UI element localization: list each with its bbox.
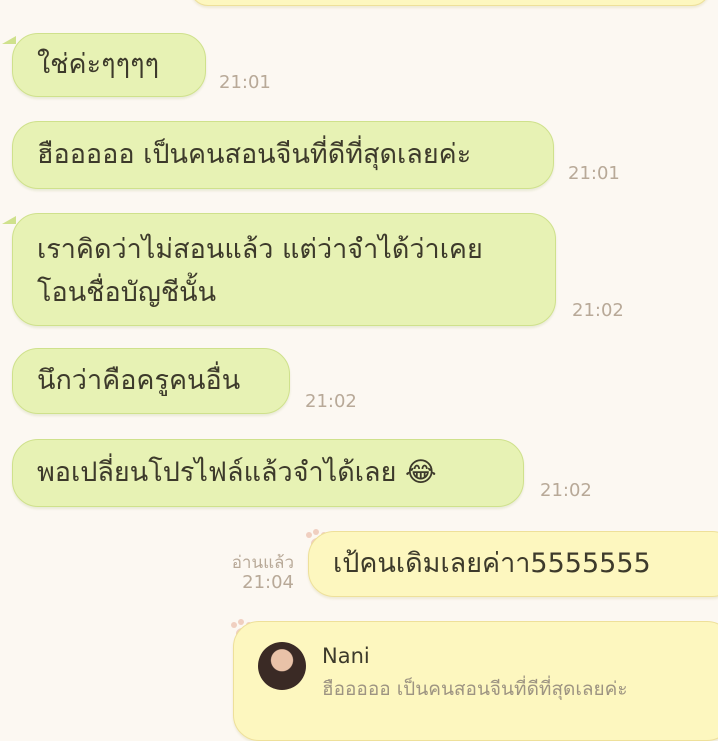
reply-sender-name: Nani xyxy=(322,644,370,668)
message-text: ฮือออออ เป็นคนสอนจีนที่ดีที่สุดเลยค่ะ xyxy=(37,139,472,170)
message-time: 21:02 xyxy=(572,300,624,321)
message-text-line: โอนชื่อบัญชีนั้น xyxy=(37,277,217,308)
message-bubble[interactable]: ใช่ค่ะๆๆๆๆ xyxy=(12,33,206,97)
message-bubble[interactable]: ฮือออออ เป็นคนสอนจีนที่ดีที่สุดเลยค่ะ xyxy=(12,121,554,189)
message-text: พอเปลี่ยนโปรไฟล์แล้วจำได้เลย 😂 xyxy=(37,457,437,488)
message-time: 21:01 xyxy=(568,163,620,184)
avatar xyxy=(258,642,306,690)
message-text: ใช่ค่ะๆๆๆๆ xyxy=(37,49,160,80)
bubble-tail xyxy=(2,36,16,44)
previous-message-bubble[interactable] xyxy=(190,0,710,6)
reply-bubble[interactable]: Nani ฮือออออ เป็นคนสอนจีนที่ดีที่สุดเลยค… xyxy=(233,621,718,741)
message-time: 21:01 xyxy=(219,72,271,93)
message-bubble[interactable]: เราคิดว่าไม่สอนแล้ว แต่ว่าจำได้ว่าเคย โอ… xyxy=(12,213,556,326)
message-text-line: เราคิดว่าไม่สอนแล้ว แต่ว่าจำได้ว่าเคย xyxy=(37,234,483,265)
reply-quoted-text: ฮือออออ เป็นคนสอนจีนที่ดีที่สุดเลยค่ะ xyxy=(322,678,628,700)
outgoing-message-bubble[interactable]: เป้คนเดิมเลยค่าา5555555 xyxy=(308,531,718,597)
message-text: นึกว่าคือครูคนอื่น xyxy=(37,365,241,396)
message-time: 21:02 xyxy=(305,391,357,412)
message-bubble[interactable]: พอเปลี่ยนโปรไฟล์แล้วจำได้เลย 😂 xyxy=(12,439,524,507)
message-text: เป้คนเดิมเลยค่าา5555555 xyxy=(333,548,651,579)
outgoing-time: 21:04 xyxy=(242,572,294,593)
bubble-tail xyxy=(2,216,16,224)
message-time: 21:02 xyxy=(540,480,592,501)
message-bubble[interactable]: นึกว่าคือครูคนอื่น xyxy=(12,348,290,414)
